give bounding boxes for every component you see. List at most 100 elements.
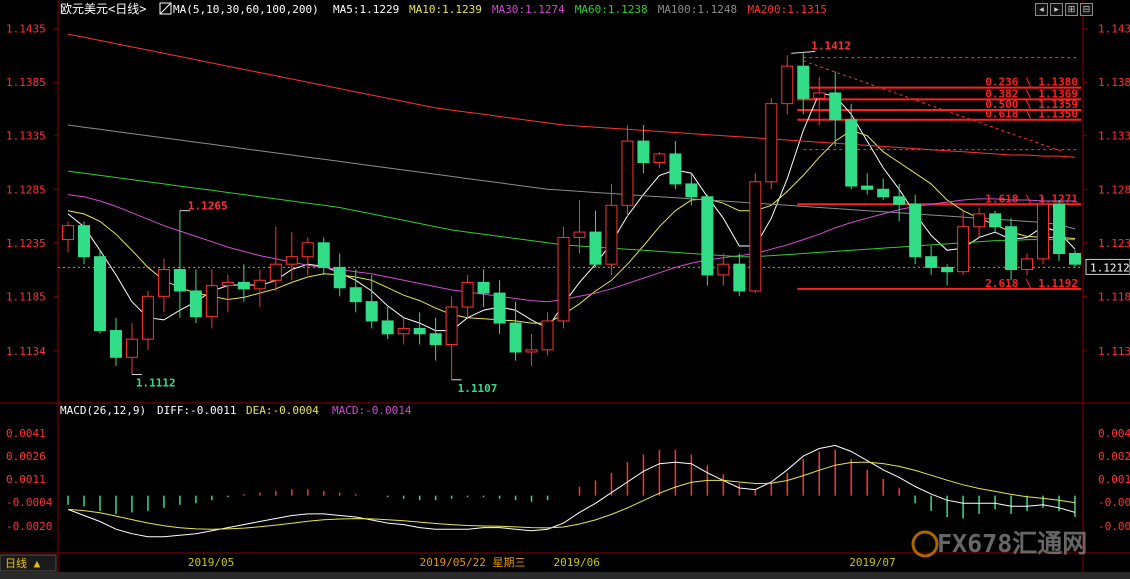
candle-body-up: [717, 263, 730, 276]
ma-line-ma10: [67, 129, 1076, 324]
ma-params-label: MA(5,10,30,60,100,200): [173, 3, 319, 16]
price-tick-right: 1.1385: [1098, 76, 1130, 89]
zoom-out-button[interactable]: ⊟: [1080, 3, 1093, 16]
candle-body-down: [797, 65, 810, 99]
macd-dea-line: [67, 461, 1076, 530]
fib-level-label: 0.618 \ 1.1350: [985, 108, 1078, 121]
candle-body-down: [893, 196, 906, 205]
candle-body-up: [285, 256, 298, 265]
macd-dea-label: DEA:-0.0004: [246, 404, 319, 417]
candle-body-up: [765, 103, 778, 183]
date-label-june: 2019/06: [554, 556, 600, 569]
candle-body-up: [605, 204, 618, 265]
candle-body-up: [621, 140, 634, 206]
macd-tick-left: 0.0041: [6, 427, 46, 440]
candle-body-down: [589, 231, 602, 265]
watermark-logo: [911, 530, 939, 558]
candle-body-down: [477, 281, 490, 294]
macd-tick-left: 0.0011: [6, 473, 46, 486]
candle-body-up: [62, 225, 74, 241]
candle-body-up: [445, 306, 458, 345]
price-tick-right: 1.1335: [1098, 130, 1130, 143]
candle-body-down: [509, 322, 522, 353]
ma-value-3: MA60:1.1238: [575, 3, 648, 16]
candle-body-down: [173, 269, 186, 292]
ma-toggle-icon-slash: [159, 2, 172, 15]
candle-body-down: [189, 290, 202, 318]
candle-body-up: [141, 295, 154, 340]
candle-body-down: [77, 225, 90, 258]
ma-line-ma100: [67, 124, 1076, 230]
ma-line-ma200: [67, 33, 1076, 158]
ma-value-0: MA5:1.1229: [333, 3, 399, 16]
period-tab: 日线 ▲: [5, 556, 41, 570]
candle-body-down: [701, 196, 714, 276]
candle-body-down: [733, 263, 746, 292]
price-tick-left: 1.1335: [6, 130, 46, 143]
candle-body-down: [1005, 226, 1018, 271]
candle-body-up: [253, 279, 266, 290]
candle-body-down: [349, 287, 362, 303]
candle-body-down: [93, 256, 106, 332]
bottom-toolbar: [0, 572, 1130, 579]
ma-value-1: MA10:1.1239: [409, 3, 482, 16]
price-tick-right: 1.1235: [1098, 237, 1130, 250]
candle-body-down: [909, 203, 922, 258]
price-tick-left: 1.1235: [6, 237, 46, 250]
zoom-in-button[interactable]: ⊞: [1065, 3, 1078, 16]
candle-body-up: [781, 65, 794, 105]
candle-body-down: [669, 153, 682, 185]
candle-body-up: [541, 320, 554, 351]
candle-body-up: [205, 285, 218, 318]
candle-body-up: [397, 327, 410, 335]
macd-diff-label: DIFF:-0.0011: [157, 404, 236, 417]
candle-body-up: [1037, 203, 1050, 260]
macd-tick-left: -0.0004: [6, 496, 53, 509]
price-tick-left: 1.1435: [6, 23, 46, 36]
macd-tick-right: -0.0004: [1098, 496, 1130, 509]
macd-value-label: MACD:-0.0014: [332, 404, 412, 417]
candle-body-down: [989, 213, 1002, 228]
peak-annotation: 1.1265: [188, 200, 228, 213]
candle-body-up: [125, 338, 138, 358]
macd-tick-right: 0.0041: [1098, 427, 1130, 440]
candle-body-up: [653, 153, 666, 164]
macd-tick-right: -0.0020: [1098, 520, 1130, 533]
candle-body-down: [317, 242, 330, 268]
candle-body-up: [557, 236, 570, 322]
scroll-left-button[interactable]: ◂: [1035, 3, 1048, 16]
low2-annotation: 1.1107: [458, 382, 498, 395]
candle-body-down: [637, 140, 650, 164]
price-tick-right: 1.1185: [1098, 290, 1130, 303]
candle-body-up: [301, 242, 314, 258]
price-tick-right: 1.1134: [1098, 345, 1130, 358]
macd-tick-left: -0.0020: [6, 520, 52, 533]
candle-body-up: [973, 213, 986, 228]
kline-chart[interactable]: 1.1435 1.1435 1.1385 1.1385 1.1335 1.1335 1.12…: [0, 0, 1130, 579]
scroll-right-button[interactable]: ▸: [1050, 3, 1063, 16]
current-price-label: 1.1212: [1090, 261, 1130, 274]
candle-body-up: [813, 92, 826, 99]
date-label-crosshair: 2019/05/22 星期三: [420, 556, 526, 569]
high-annotation: 1.1412: [811, 39, 851, 52]
candle-body-down: [877, 188, 890, 198]
candle-body-down: [941, 266, 954, 273]
price-tick-left: 1.1134: [6, 345, 46, 358]
candle-body-up: [573, 231, 586, 238]
candle-body-up: [221, 281, 234, 287]
date-label-may: 2019/05: [188, 556, 234, 569]
candle-body-down: [845, 119, 858, 187]
candle-body-down: [429, 333, 442, 345]
symbol-title: 欧元美元<日线>: [60, 2, 146, 16]
date-label-july: 2019/07: [849, 556, 895, 569]
macd-tick-right: 0.0011: [1098, 473, 1130, 486]
candle-body-up: [157, 269, 170, 297]
candle-body-up: [461, 281, 474, 308]
candle-body-down: [237, 281, 250, 290]
candle-body-down: [925, 256, 938, 268]
watermark-text: FX678汇通网: [937, 529, 1087, 558]
candle-body-down: [685, 183, 698, 198]
ma-value-5: MA200:1.1315: [748, 3, 827, 16]
candle-body-down: [493, 292, 506, 324]
candle-body-down: [109, 330, 122, 358]
